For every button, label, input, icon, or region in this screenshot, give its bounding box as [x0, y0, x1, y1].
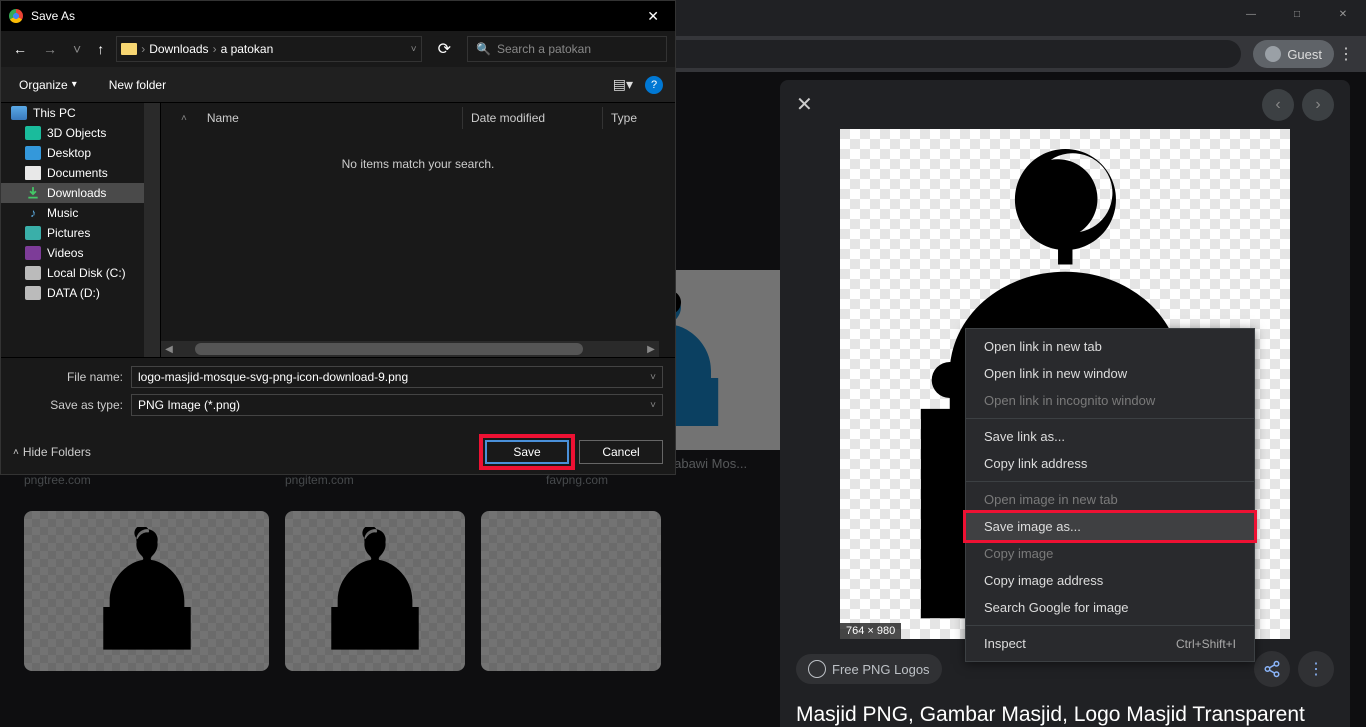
nav-back-icon[interactable]: ← [9, 37, 31, 61]
window-close[interactable]: ✕ [1320, 0, 1366, 28]
organize-button[interactable]: Organize▾ [13, 74, 83, 96]
tree-downloads[interactable]: Downloads [1, 183, 160, 203]
col-date-header[interactable]: Date modified [463, 107, 603, 129]
tree-disk-d[interactable]: DATA (D:) [1, 283, 160, 303]
horizontal-scrollbar[interactable]: ◀ ▶ [161, 341, 659, 357]
chrome-icon [9, 9, 23, 23]
separator [966, 625, 1254, 626]
save-as-dialog: Save As ✕ ← → ˅ ↑ › Downloads › a patoka… [0, 0, 676, 475]
ctx-search-google-image[interactable]: Search Google for image [966, 594, 1254, 621]
breadcrumb-downloads[interactable]: Downloads [149, 42, 208, 56]
new-folder-button[interactable]: New folder [103, 74, 172, 96]
image-dimensions-label: 764 × 980 [840, 623, 901, 639]
nav-recent-icon[interactable]: ˅ [69, 37, 85, 61]
save-type-input[interactable]: PNG Image (*.png) ˅ [131, 394, 663, 416]
col-type-header[interactable]: Type [603, 107, 663, 129]
help-icon[interactable]: ? [645, 76, 663, 94]
ctx-copy-link-address[interactable]: Copy link address [966, 450, 1254, 477]
viewer-prev-icon[interactable]: ‹ [1262, 89, 1294, 121]
more-actions-icon[interactable]: ⋮ [1298, 651, 1334, 687]
viewer-next-icon[interactable]: › [1302, 89, 1334, 121]
dialog-title: Save As [31, 9, 639, 23]
nav-up-icon[interactable]: ↑ [93, 37, 108, 61]
globe-icon [808, 660, 826, 678]
tree-videos[interactable]: Videos [1, 243, 160, 263]
hide-folders-button[interactable]: ˄Hide Folders [13, 445, 91, 459]
nav-forward-icon: → [39, 37, 61, 61]
save-button[interactable]: Save [485, 440, 569, 464]
view-options-icon[interactable]: ▤▾ [613, 76, 633, 93]
col-name-header[interactable]: ˄Name [173, 107, 463, 129]
ctx-inspect[interactable]: Inspect Ctrl+Shift+I [966, 630, 1254, 657]
share-icon[interactable] [1254, 651, 1290, 687]
search-placeholder: Search a patokan [497, 42, 591, 56]
viewer-close-icon[interactable]: ✕ [788, 88, 821, 121]
guest-label: Guest [1287, 47, 1322, 62]
tree-pictures[interactable]: Pictures [1, 223, 160, 243]
file-name-label: File name: [13, 370, 123, 384]
ctx-copy-image-address[interactable]: Copy image address [966, 567, 1254, 594]
separator [966, 418, 1254, 419]
image-source-chip[interactable]: Free PNG Logos [796, 654, 942, 684]
tree-3d-objects[interactable]: 3D Objects [1, 123, 160, 143]
ctx-copy-image[interactable]: Copy image [966, 540, 1254, 567]
tree-music[interactable]: ♪Music [1, 203, 160, 223]
search-icon: 🔍 [476, 42, 491, 56]
image-title: Masjid PNG, Gambar Masjid, Logo Masjid T… [780, 699, 1350, 727]
context-menu: Open link in new tab Open link in new wi… [965, 328, 1255, 662]
browser-menu-icon[interactable]: ⋮ [1334, 44, 1358, 64]
guest-profile-button[interactable]: Guest [1253, 40, 1334, 68]
dialog-close-icon[interactable]: ✕ [639, 4, 667, 29]
file-name-dropdown-icon[interactable]: ˅ [650, 372, 656, 383]
ctx-save-image-as[interactable]: Save image as... [966, 513, 1254, 540]
tree-documents[interactable]: Documents [1, 163, 160, 183]
breadcrumb-current[interactable]: a patokan [221, 42, 274, 56]
breadcrumb-bar[interactable]: › Downloads › a patokan ˅ [116, 36, 421, 62]
cancel-button[interactable]: Cancel [579, 440, 663, 464]
refresh-icon[interactable]: ⟳ [430, 35, 459, 63]
ctx-open-link-new-tab[interactable]: Open link in new tab [966, 333, 1254, 360]
tree-desktop[interactable]: Desktop [1, 143, 160, 163]
window-minimize[interactable]: — [1228, 0, 1274, 28]
file-name-input[interactable]: logo-masjid-mosque-svg-png-icon-download… [131, 366, 663, 388]
source-name: Free PNG Logos [832, 662, 930, 677]
file-list: ˄Name Date modified Type No items match … [161, 103, 675, 357]
ctx-open-link-incognito: Open link in incognito window [966, 387, 1254, 414]
search-box[interactable]: 🔍 Search a patokan [467, 36, 667, 62]
folder-tree: This PC 3D Objects Desktop Documents Dow… [1, 103, 161, 357]
ctx-inspect-label: Inspect [984, 636, 1026, 651]
tree-this-pc[interactable]: This PC [1, 103, 160, 123]
breadcrumb-dropdown-icon[interactable]: ˅ [411, 44, 417, 55]
folder-icon [121, 43, 137, 55]
save-type-dropdown-icon[interactable]: ˅ [650, 400, 656, 411]
tree-disk-c[interactable]: Local Disk (C:) [1, 263, 160, 283]
tree-scrollbar[interactable] [144, 103, 160, 357]
window-maximize[interactable]: □ [1274, 0, 1320, 28]
ctx-open-link-new-window[interactable]: Open link in new window [966, 360, 1254, 387]
window-controls: — □ ✕ [1228, 0, 1366, 36]
separator [966, 481, 1254, 482]
ctx-open-image-new-tab[interactable]: Open image in new tab [966, 486, 1254, 513]
ctx-inspect-shortcut: Ctrl+Shift+I [1176, 637, 1236, 651]
ctx-save-link-as[interactable]: Save link as... [966, 423, 1254, 450]
save-type-label: Save as type: [13, 398, 123, 412]
empty-list-message: No items match your search. [161, 157, 675, 171]
